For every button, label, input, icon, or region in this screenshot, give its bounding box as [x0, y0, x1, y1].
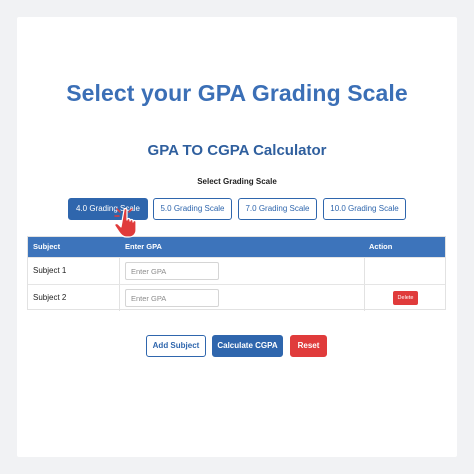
table-row: Subject 1: [28, 257, 445, 284]
subject-name: Subject 1: [33, 266, 67, 275]
gpa-input[interactable]: [125, 289, 219, 307]
reset-button[interactable]: Reset: [290, 335, 327, 357]
scale-button-10[interactable]: 10.0 Grading Scale: [323, 198, 406, 220]
scale-button-5[interactable]: 5.0 Grading Scale: [153, 198, 232, 220]
hand-pointer-icon: [114, 207, 137, 238]
column-header-gpa: Enter GPA: [125, 242, 162, 251]
gpa-input[interactable]: [125, 262, 219, 280]
table-header: Subject Enter GPA Action: [28, 237, 445, 257]
column-header-action: Action: [369, 242, 393, 251]
calculate-cgpa-button[interactable]: Calculate CGPA: [212, 335, 283, 357]
delete-button[interactable]: Delete: [393, 291, 418, 305]
grading-scale-label: Select Grading Scale: [197, 177, 277, 186]
calculator-title: GPA TO CGPA Calculator: [147, 142, 327, 159]
column-header-subject: Subject: [33, 242, 61, 251]
scale-button-7[interactable]: 7.0 Grading Scale: [238, 198, 317, 220]
page-headline: Select your GPA Grading Scale: [66, 80, 408, 106]
add-subject-button[interactable]: Add Subject: [146, 335, 206, 357]
subjects-table: Subject Enter GPA Action Subject 1 Subje…: [27, 236, 446, 311]
subject-name: Subject 2: [33, 293, 67, 302]
table-row: Subject 2 Delete: [28, 284, 445, 311]
